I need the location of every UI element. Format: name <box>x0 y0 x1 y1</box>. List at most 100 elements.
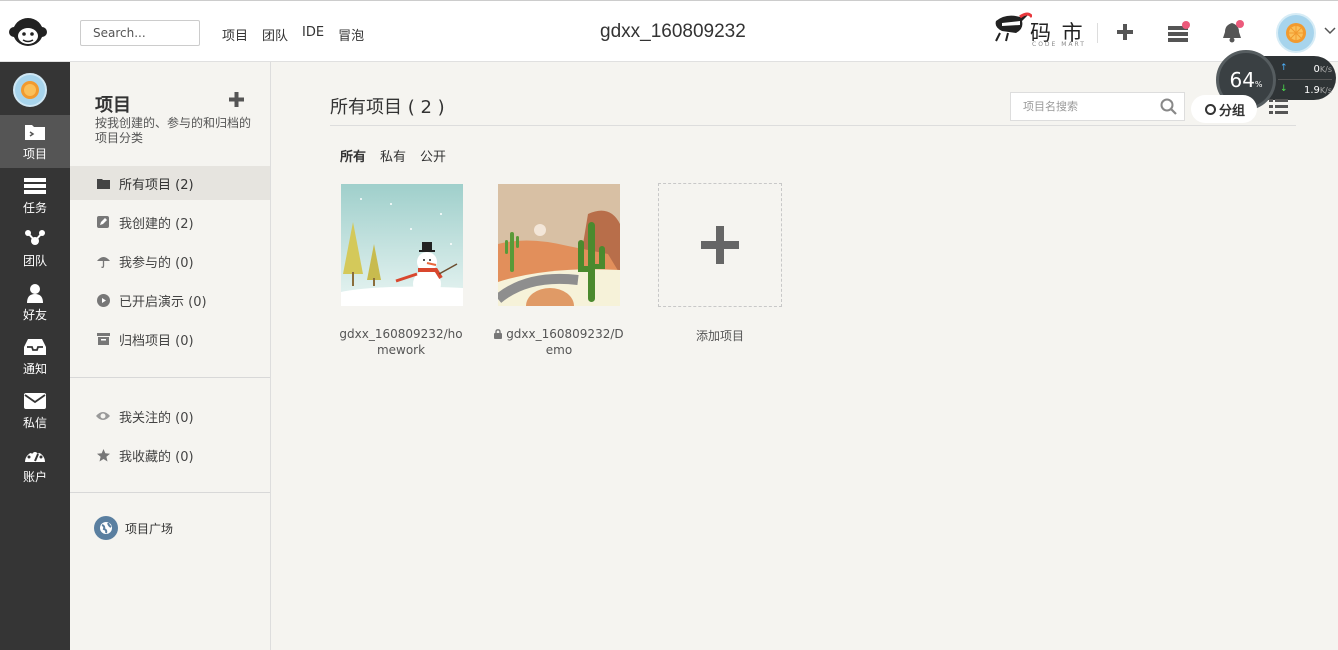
coding-monkey-logo[interactable] <box>8 15 48 49</box>
umbrella-icon <box>96 256 110 268</box>
project-name[interactable]: gdxx_160809232/Demo <box>494 326 624 358</box>
archive-icon <box>96 333 110 345</box>
project-card-homework[interactable] <box>341 184 463 306</box>
filter-label: 我关注的 (0) <box>119 410 194 426</box>
bell-icon <box>1223 20 1244 43</box>
upload-speed: 0K/s <box>1313 64 1332 75</box>
brand-subtext: CODE MART <box>1032 41 1086 48</box>
sidebar-item-tasks[interactable]: 任务 <box>0 169 70 222</box>
list-view-icon[interactable] <box>1269 99 1288 114</box>
filter-label: 我创建的 (2) <box>119 216 194 232</box>
filter-label: 所有项目 (2) <box>119 177 194 193</box>
orange-avatar-icon <box>21 81 39 99</box>
snowman-cover-image <box>341 184 463 306</box>
codemart-logo[interactable]: 码 市 CODE MART <box>992 11 1084 49</box>
filter-label: 我参与的 (0) <box>119 255 194 271</box>
folder-icon <box>96 178 110 189</box>
sidebar-item-team[interactable]: 团队 <box>0 222 70 275</box>
sidebar-item-label: 团队 <box>22 254 47 268</box>
project-search-input[interactable] <box>1010 92 1185 121</box>
tasks-icon <box>24 178 46 194</box>
notifications-button[interactable] <box>1220 19 1246 45</box>
sidebar-item-label: 好友 <box>22 308 47 322</box>
sidebar-item-label: 通知 <box>22 362 47 376</box>
project-card-demo[interactable] <box>498 184 620 306</box>
sidebar-avatar[interactable] <box>13 73 47 107</box>
plaza-label: 项目广场 <box>125 521 174 536</box>
page-title: gdxx_160809232 <box>600 21 746 42</box>
group-toggle-button[interactable]: 分组 <box>1191 95 1257 123</box>
gauge-percent-unit: % <box>1254 79 1263 89</box>
project-filter-sidebar: 项目 按我创建的、参与的和归档的项目分类 所有项目 (2) 我创建的 (2) 我… <box>70 62 271 650</box>
download-speed: 1.9K/s <box>1303 85 1332 96</box>
header-separator <box>1097 23 1098 43</box>
play-circle-icon <box>96 293 110 307</box>
inbox-icon <box>24 339 46 355</box>
dashboard-icon <box>25 450 45 462</box>
search-icon[interactable] <box>1160 98 1177 115</box>
top-header: 项目 团队 IDE 冒泡 gdxx_160809232 码 市 CODE MAR… <box>0 0 1338 62</box>
sidebar-item-notifications[interactable]: 通知 <box>0 330 70 383</box>
global-search-input[interactable] <box>80 20 200 46</box>
filter-label: 归档项目 (0) <box>119 333 194 349</box>
plus-icon <box>229 92 244 107</box>
filter-created[interactable]: 我创建的 (2) <box>70 205 270 239</box>
add-project-button[interactable] <box>658 183 782 307</box>
tab-private[interactable]: 私有 <box>380 146 406 165</box>
plus-icon <box>701 226 739 264</box>
ninja-icon <box>995 12 1032 42</box>
sidebar-item-messages[interactable]: 私信 <box>0 384 70 437</box>
filter-label: 已开启演示 (0) <box>119 294 207 310</box>
sidebar-title: 项目 <box>95 95 131 116</box>
sidebar-item-label: 项目 <box>22 147 47 161</box>
group-label: 分组 <box>1219 103 1246 119</box>
tasks-icon <box>1168 21 1190 42</box>
sidebar-description: 按我创建的、参与的和归档的项目分类 <box>95 116 252 145</box>
sidebar-divider <box>70 377 270 378</box>
top-nav: 项目 团队 IDE 冒泡 <box>222 25 364 44</box>
nav-bubble[interactable]: 冒泡 <box>338 25 364 44</box>
filter-all-projects[interactable]: 所有项目 (2) <box>70 166 270 200</box>
filter-label: 我收藏的 (0) <box>119 449 194 465</box>
project-plaza-link[interactable]: 项目广场 <box>94 516 173 540</box>
filter-demo-enabled[interactable]: 已开启演示 (0) <box>70 283 270 317</box>
sidebar-item-friends[interactable]: 好友 <box>0 276 70 329</box>
new-project-button[interactable] <box>229 92 244 110</box>
sidebar-item-projects[interactable]: 项目 <box>0 115 70 168</box>
desert-cover-image <box>498 184 620 306</box>
plus-icon <box>1117 24 1133 40</box>
globe-icon <box>94 516 118 540</box>
main-title: 所有项目 ( 2 ) <box>330 97 445 118</box>
nav-ide[interactable]: IDE <box>302 25 324 44</box>
filter-participated[interactable]: 我参与的 (0) <box>70 244 270 278</box>
mail-icon <box>24 393 46 409</box>
star-icon <box>96 448 110 461</box>
tab-all[interactable]: 所有 <box>340 146 366 165</box>
nav-team[interactable]: 团队 <box>262 25 288 44</box>
tasks-button[interactable] <box>1166 19 1192 45</box>
create-button[interactable] <box>1112 19 1138 45</box>
filter-watching[interactable]: 我关注的 (0) <box>70 399 270 433</box>
user-avatar[interactable] <box>1276 13 1316 53</box>
speed-divider <box>1278 79 1332 80</box>
chevron-down-icon[interactable] <box>1324 27 1336 35</box>
sidebar-divider <box>70 492 270 493</box>
main-sidebar: 项目 任务 团队 好友 通知 私信 账户 <box>0 62 70 650</box>
sidebar-item-account[interactable]: 账户 <box>0 438 70 491</box>
sidebar-item-label: 任务 <box>22 201 47 215</box>
sidebar-item-label: 私信 <box>22 416 47 430</box>
nav-projects[interactable]: 项目 <box>222 25 248 44</box>
circle-icon <box>1205 103 1216 115</box>
team-icon <box>25 230 45 245</box>
sidebar-item-label: 账户 <box>22 470 47 484</box>
lock-icon <box>494 329 503 339</box>
filter-starred[interactable]: 我收藏的 (0) <box>70 438 270 472</box>
eye-icon <box>96 412 110 420</box>
project-name[interactable]: gdxx_160809232/homework <box>336 326 466 358</box>
main-divider <box>330 125 1296 126</box>
tab-public[interactable]: 公开 <box>420 146 446 165</box>
orange-avatar-icon <box>1286 23 1306 43</box>
add-project-label[interactable]: 添加项目 <box>655 328 785 344</box>
user-icon <box>27 284 43 303</box>
filter-archived[interactable]: 归档项目 (0) <box>70 322 270 356</box>
